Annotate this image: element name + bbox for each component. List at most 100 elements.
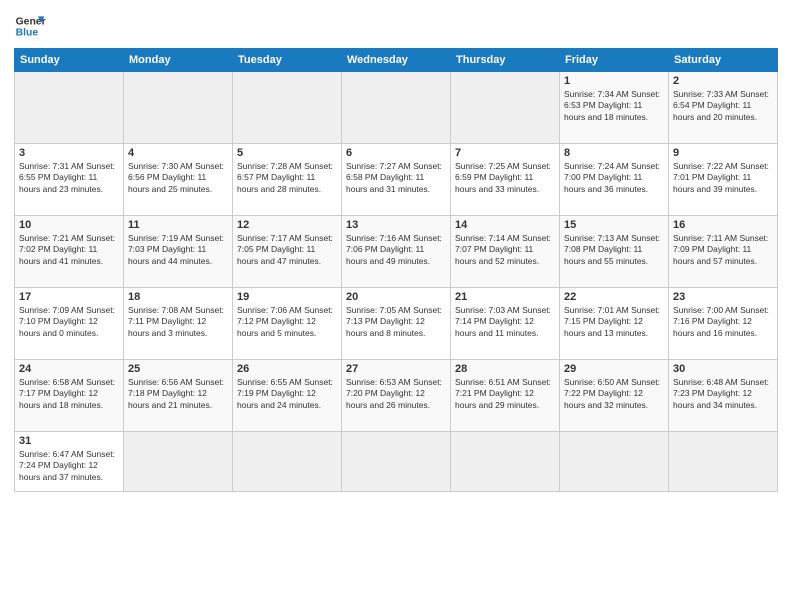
weekday-header-thursday: Thursday [451, 49, 560, 72]
day-info: Sunrise: 7:31 AM Sunset: 6:55 PM Dayligh… [19, 161, 119, 195]
day-info: Sunrise: 7:05 AM Sunset: 7:13 PM Dayligh… [346, 305, 446, 339]
day-info: Sunrise: 6:48 AM Sunset: 7:23 PM Dayligh… [673, 377, 773, 411]
day-number: 30 [673, 363, 773, 375]
calendar-row-0: 1 Sunrise: 7:34 AM Sunset: 6:53 PM Daylig… [15, 72, 778, 144]
day-info: Sunrise: 7:14 AM Sunset: 7:07 PM Dayligh… [455, 233, 555, 267]
day-info: Sunrise: 6:55 AM Sunset: 7:19 PM Dayligh… [237, 377, 337, 411]
calendar-cell: 12 Sunrise: 7:17 AM Sunset: 7:05 PM Dayli… [233, 216, 342, 288]
day-number: 17 [19, 291, 119, 303]
day-number: 4 [128, 147, 228, 159]
day-info: Sunrise: 7:17 AM Sunset: 7:05 PM Dayligh… [237, 233, 337, 267]
page: General Blue SundayMondayTuesdayWednesda… [0, 0, 792, 612]
calendar-cell: 3 Sunrise: 7:31 AM Sunset: 6:55 PM Daylig… [15, 144, 124, 216]
calendar-cell: 15 Sunrise: 7:13 AM Sunset: 7:08 PM Dayli… [560, 216, 669, 288]
day-number: 10 [19, 219, 119, 231]
calendar-cell: 22Sunrise: 7:01 AM Sunset: 7:15 PM Dayli… [560, 288, 669, 360]
day-info: Sunrise: 7:16 AM Sunset: 7:06 PM Dayligh… [346, 233, 446, 267]
day-number: 13 [346, 219, 446, 231]
day-number: 24 [19, 363, 119, 375]
calendar-cell: 20Sunrise: 7:05 AM Sunset: 7:13 PM Dayli… [342, 288, 451, 360]
day-info: Sunrise: 7:33 AM Sunset: 6:54 PM Dayligh… [673, 89, 773, 123]
calendar-row-1: 3 Sunrise: 7:31 AM Sunset: 6:55 PM Daylig… [15, 144, 778, 216]
day-number: 3 [19, 147, 119, 159]
day-number: 15 [564, 219, 664, 231]
day-number: 5 [237, 147, 337, 159]
day-info: Sunrise: 7:30 AM Sunset: 6:56 PM Dayligh… [128, 161, 228, 195]
day-info: Sunrise: 6:47 AM Sunset: 7:24 PM Dayligh… [19, 449, 119, 483]
day-info: Sunrise: 6:53 AM Sunset: 7:20 PM Dayligh… [346, 377, 446, 411]
calendar-cell: 25 Sunrise: 6:56 AM Sunset: 7:18 PM Dayli… [124, 360, 233, 432]
calendar-cell: 13 Sunrise: 7:16 AM Sunset: 7:06 PM Dayli… [342, 216, 451, 288]
day-number: 11 [128, 219, 228, 231]
day-number: 9 [673, 147, 773, 159]
calendar-cell: 31 Sunrise: 6:47 AM Sunset: 7:24 PM Dayli… [15, 432, 124, 492]
day-number: 31 [19, 435, 119, 447]
day-number: 27 [346, 363, 446, 375]
day-number: 16 [673, 219, 773, 231]
svg-text:Blue: Blue [16, 28, 39, 39]
calendar-cell: 28Sunrise: 6:51 AM Sunset: 7:21 PM Dayli… [451, 360, 560, 432]
calendar-row-2: 10 Sunrise: 7:21 AM Sunset: 7:02 PM Dayli… [15, 216, 778, 288]
day-info: Sunrise: 7:06 AM Sunset: 7:12 PM Dayligh… [237, 305, 337, 339]
day-info: Sunrise: 7:03 AM Sunset: 7:14 PM Dayligh… [455, 305, 555, 339]
generalblue-logo-icon: General Blue [14, 10, 46, 42]
day-info: Sunrise: 7:27 AM Sunset: 6:58 PM Dayligh… [346, 161, 446, 195]
calendar-row-5: 31 Sunrise: 6:47 AM Sunset: 7:24 PM Dayli… [15, 432, 778, 492]
day-info: Sunrise: 7:00 AM Sunset: 7:16 PM Dayligh… [673, 305, 773, 339]
day-info: Sunrise: 6:56 AM Sunset: 7:18 PM Dayligh… [128, 377, 228, 411]
day-number: 7 [455, 147, 555, 159]
calendar-cell [451, 72, 560, 144]
weekday-header-monday: Monday [124, 49, 233, 72]
calendar-cell [560, 432, 669, 492]
calendar-row-3: 17Sunrise: 7:09 AM Sunset: 7:10 PM Dayli… [15, 288, 778, 360]
weekday-header-sunday: Sunday [15, 49, 124, 72]
calendar-cell [124, 432, 233, 492]
calendar-cell: 5 Sunrise: 7:28 AM Sunset: 6:57 PM Daylig… [233, 144, 342, 216]
day-number: 12 [237, 219, 337, 231]
calendar-cell: 9 Sunrise: 7:22 AM Sunset: 7:01 PM Daylig… [669, 144, 778, 216]
calendar-cell: 11Sunrise: 7:19 AM Sunset: 7:03 PM Dayli… [124, 216, 233, 288]
day-number: 8 [564, 147, 664, 159]
day-info: Sunrise: 7:25 AM Sunset: 6:59 PM Dayligh… [455, 161, 555, 195]
day-number: 21 [455, 291, 555, 303]
calendar-cell: 8Sunrise: 7:24 AM Sunset: 7:00 PM Daylig… [560, 144, 669, 216]
day-info: Sunrise: 7:34 AM Sunset: 6:53 PM Dayligh… [564, 89, 664, 123]
day-info: Sunrise: 7:13 AM Sunset: 7:08 PM Dayligh… [564, 233, 664, 267]
calendar-cell: 17Sunrise: 7:09 AM Sunset: 7:10 PM Dayli… [15, 288, 124, 360]
calendar-cell: 30 Sunrise: 6:48 AM Sunset: 7:23 PM Dayli… [669, 360, 778, 432]
calendar-row-4: 24Sunrise: 6:58 AM Sunset: 7:17 PM Dayli… [15, 360, 778, 432]
day-info: Sunrise: 7:28 AM Sunset: 6:57 PM Dayligh… [237, 161, 337, 195]
calendar-cell: 21 Sunrise: 7:03 AM Sunset: 7:14 PM Dayli… [451, 288, 560, 360]
calendar-cell: 14Sunrise: 7:14 AM Sunset: 7:07 PM Dayli… [451, 216, 560, 288]
day-info: Sunrise: 7:08 AM Sunset: 7:11 PM Dayligh… [128, 305, 228, 339]
day-number: 29 [564, 363, 664, 375]
calendar-cell [233, 72, 342, 144]
calendar-cell: 27 Sunrise: 6:53 AM Sunset: 7:20 PM Dayli… [342, 360, 451, 432]
weekday-header-tuesday: Tuesday [233, 49, 342, 72]
day-number: 2 [673, 75, 773, 87]
calendar-cell [124, 72, 233, 144]
calendar-cell [451, 432, 560, 492]
weekday-header-friday: Friday [560, 49, 669, 72]
day-number: 18 [128, 291, 228, 303]
day-info: Sunrise: 7:22 AM Sunset: 7:01 PM Dayligh… [673, 161, 773, 195]
day-info: Sunrise: 7:01 AM Sunset: 7:15 PM Dayligh… [564, 305, 664, 339]
calendar-cell: 24Sunrise: 6:58 AM Sunset: 7:17 PM Dayli… [15, 360, 124, 432]
day-number: 25 [128, 363, 228, 375]
calendar-cell [342, 432, 451, 492]
calendar-cell [342, 72, 451, 144]
day-number: 19 [237, 291, 337, 303]
logo: General Blue [14, 10, 46, 42]
calendar-cell: 6 Sunrise: 7:27 AM Sunset: 6:58 PM Daylig… [342, 144, 451, 216]
calendar-cell: 1 Sunrise: 7:34 AM Sunset: 6:53 PM Daylig… [560, 72, 669, 144]
calendar-cell: 4 Sunrise: 7:30 AM Sunset: 6:56 PM Daylig… [124, 144, 233, 216]
calendar-cell [15, 72, 124, 144]
calendar-cell: 18 Sunrise: 7:08 AM Sunset: 7:11 PM Dayli… [124, 288, 233, 360]
calendar-cell: 29Sunrise: 6:50 AM Sunset: 7:22 PM Dayli… [560, 360, 669, 432]
calendar-cell [233, 432, 342, 492]
day-number: 26 [237, 363, 337, 375]
day-number: 6 [346, 147, 446, 159]
day-info: Sunrise: 7:21 AM Sunset: 7:02 PM Dayligh… [19, 233, 119, 267]
day-number: 1 [564, 75, 664, 87]
header: General Blue [14, 10, 778, 42]
